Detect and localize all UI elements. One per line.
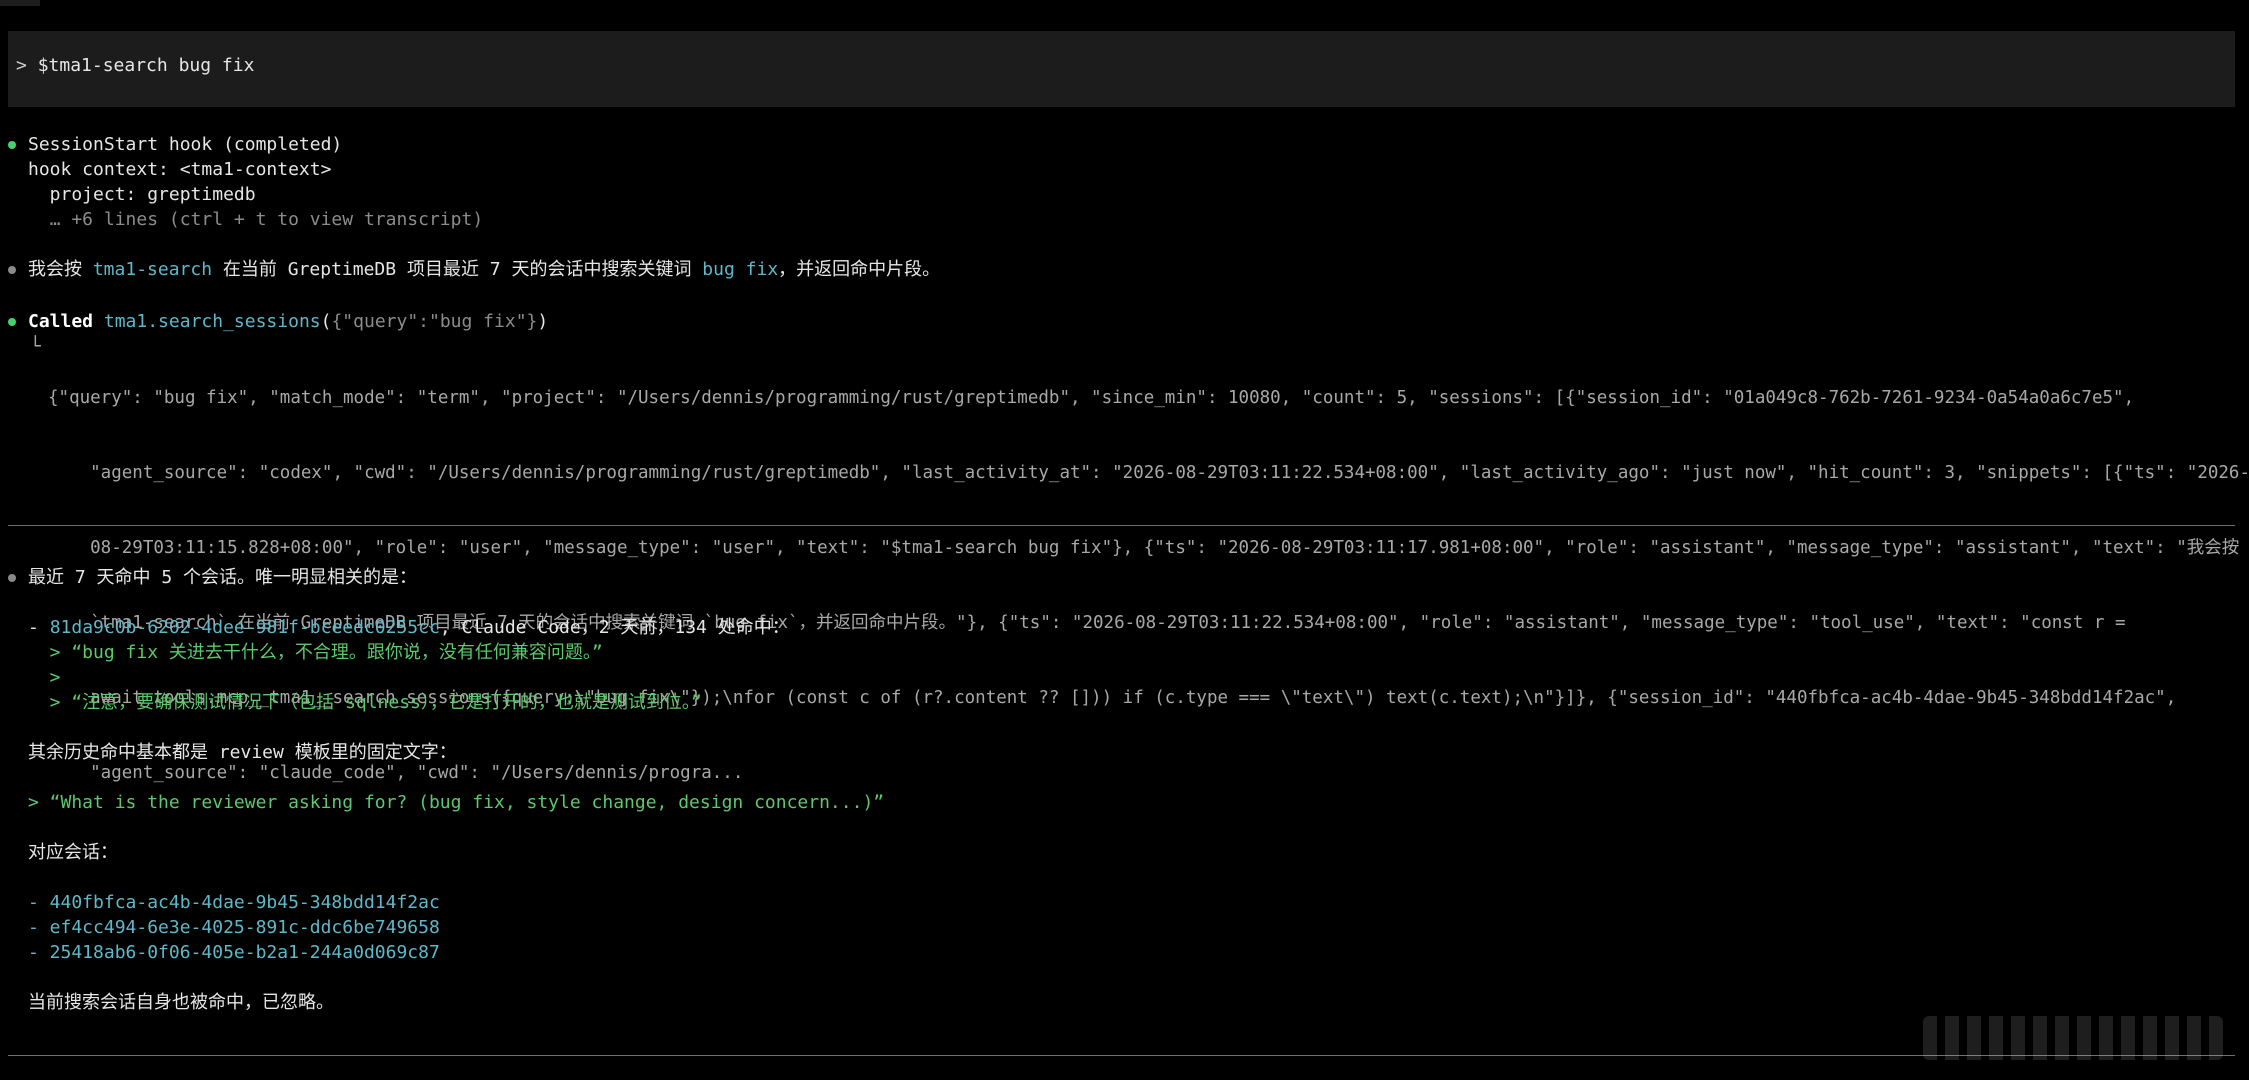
intro-text-2: 在当前 GreptimeDB 项目最近 7 天的会话中搜索关键词 bbox=[212, 259, 703, 280]
bottom-divider bbox=[8, 1055, 2235, 1056]
template-quote: > “What is the reviewer asking for? (bug… bbox=[28, 792, 885, 813]
intro-skill-name: tma1-search bbox=[92, 259, 213, 280]
prompt-command: $tma1-search bug fix bbox=[37, 55, 255, 76]
watermark bbox=[1923, 1016, 2223, 1060]
hook-context: hook context: <tma1-context> bbox=[28, 159, 332, 180]
user-prompt-box: > $tma1-search bug fix bbox=[8, 31, 2235, 107]
tool-call-paren-close: ) bbox=[537, 311, 549, 332]
result-hit: - 81da9c0b-6202-4dee-981f-bceedc0255cc, … bbox=[28, 616, 790, 640]
hook-project: project: greptimedb bbox=[28, 184, 256, 205]
tool-output-line: {"query": "bug fix", "match_mode": "term… bbox=[48, 388, 2135, 408]
result-summary: 最近 7 天命中 5 个会话。唯一明显相关的是： bbox=[28, 567, 418, 588]
result-bullet-icon bbox=[8, 574, 16, 582]
intro-text-3: ，并返回命中片段。 bbox=[778, 259, 941, 280]
tool-call-line: Called tma1.search_sessions({"query":"bu… bbox=[28, 310, 548, 334]
hit-bullet: - bbox=[28, 617, 50, 638]
tool-call-args: {"query":"bug fix"} bbox=[331, 311, 538, 332]
tool-output-line: 08-29T03:11:15.828+08:00", "role": "user… bbox=[48, 538, 2240, 558]
hit-quote-1: > “bug fix 关进去干什么，不合理。跟你说，没有任何兼容问题。” bbox=[28, 642, 603, 663]
tool-output-line: "agent_source": "codex", "cwd": "/Users/… bbox=[48, 463, 2249, 483]
intro-keyword: bug fix bbox=[702, 259, 779, 280]
session-list-item[interactable]: - ef4cc494-6e3e-4025-891c-ddc6be749658 bbox=[28, 916, 440, 940]
tool-call-name: tma1.search_sessions bbox=[103, 311, 321, 332]
output-corner-icon: └ bbox=[30, 336, 41, 357]
others-intro: 其余历史命中基本都是 review 模板里的固定文字： bbox=[28, 742, 457, 763]
tool-call-paren-open: ( bbox=[320, 311, 332, 332]
scrolled-previous-line bbox=[0, 0, 1600, 6]
hit-quote-2: > bbox=[28, 667, 61, 688]
tool-call-label: Called bbox=[28, 311, 94, 332]
tool-call-bullet-icon bbox=[8, 318, 16, 326]
hit-quote-3: > “注意，要确保测试情况下（包括 sqlness），它是打开的，也就是测试到位… bbox=[28, 692, 702, 713]
result-footer: 当前搜索会话自身也被命中，已忽略。 bbox=[28, 992, 334, 1013]
prompt-line: > $tma1-search bug fix bbox=[16, 55, 254, 76]
hook-title: SessionStart hook (completed) bbox=[28, 134, 343, 155]
session-list-item[interactable]: - 25418ab6-0f06-405e-b2a1-244a0d069c87 bbox=[28, 941, 440, 965]
hit-session-id[interactable]: 81da9c0b-6202-4dee-981f-bceedc0255cc bbox=[50, 617, 440, 638]
prompt-caret: > bbox=[16, 55, 27, 76]
section-divider bbox=[8, 525, 2235, 526]
hit-details: , Claude Code，2 天前，134 处命中： bbox=[439, 617, 790, 638]
hook-more-lines[interactable]: … +6 lines (ctrl + t to view transcript) bbox=[28, 208, 483, 232]
status-bullet-icon bbox=[8, 141, 16, 149]
assistant-intro: 我会按 tma1-search 在当前 GreptimeDB 项目最近 7 天的… bbox=[28, 258, 940, 282]
intro-text-1: 我会按 bbox=[28, 259, 93, 280]
message-bullet-icon bbox=[8, 266, 16, 274]
sessions-intro: 对应会话： bbox=[28, 842, 118, 863]
session-list-item[interactable]: - 440fbfca-ac4b-4dae-9b45-348bdd14f2ac bbox=[28, 891, 440, 915]
